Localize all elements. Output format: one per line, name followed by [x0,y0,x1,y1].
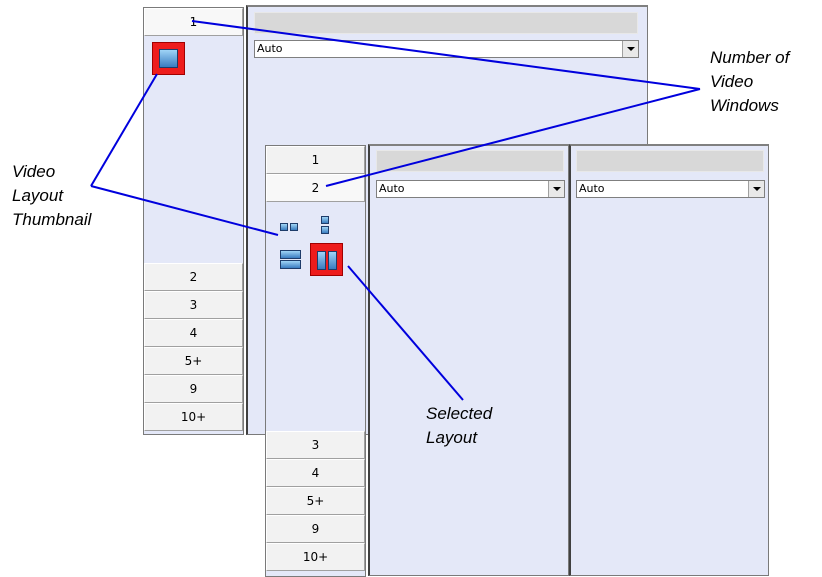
callout-line-thumbnail-front [90,185,279,236]
callout-line-2: Layout [426,428,478,447]
callout-line-thumbnail-back [90,73,158,187]
callout-video-layout-thumbnail: Video Layout Thumbnail [12,160,91,232]
callout-line-number-back [191,20,701,90]
callout-line-2: Layout [12,186,64,205]
callout-number-of-video-windows: Number of Video Windows [710,46,789,118]
callout-line-1: Video [12,162,56,181]
callout-line-selected [347,265,464,401]
callout-line-1: Number of [710,48,790,67]
callout-line-number-front [325,88,701,187]
callout-lines [90,20,701,401]
callout-selected-layout: Selected Layout [426,402,492,450]
callout-line-2: Video [710,72,754,91]
callout-line-3: Windows [710,96,779,115]
callout-line-1: Selected [426,404,493,423]
callout-line-3: Thumbnail [12,210,92,229]
